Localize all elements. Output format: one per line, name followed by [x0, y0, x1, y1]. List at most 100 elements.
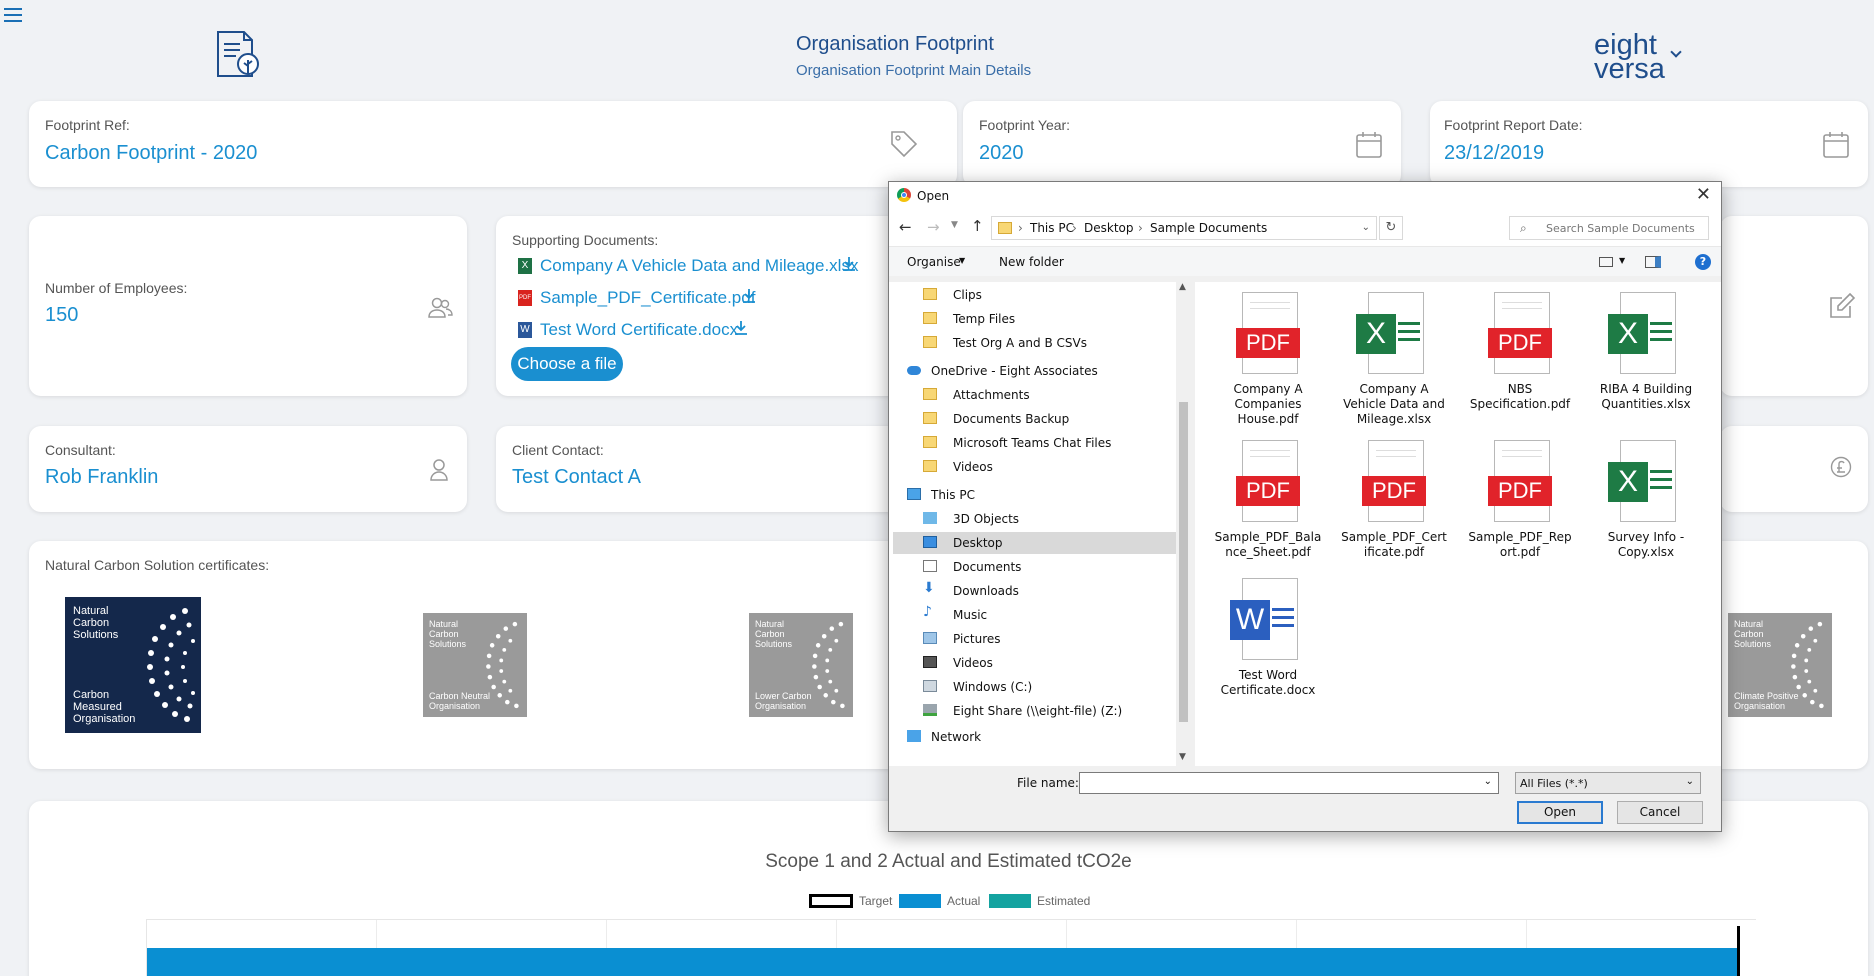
file-list[interactable]: PDF Company A Companies House.pdf X Company A…	[1195, 282, 1721, 766]
refresh-icon[interactable]: ↻	[1379, 216, 1403, 240]
nav-item-downloads[interactable]: ⬇ Downloads	[923, 580, 1183, 602]
pdf-file-icon[interactable]: PDF	[1236, 292, 1300, 378]
nav-item-videos-onedrive[interactable]: Videos	[923, 456, 1183, 478]
nav-item-documents[interactable]: Documents	[923, 556, 1183, 578]
file-name-label[interactable]: Sample_PDF_Rep ort.pdf	[1461, 530, 1579, 560]
organise-button[interactable]: Organise	[907, 255, 961, 269]
file-name-label[interactable]: Sample_PDF_Bala nce_Sheet.pdf	[1209, 530, 1327, 560]
file-name-label[interactable]: NBS Specification.pdf	[1461, 382, 1579, 412]
nav-item-network[interactable]: Network	[907, 726, 1167, 748]
forward-icon[interactable]: →	[927, 218, 940, 236]
download-icon[interactable]	[742, 288, 756, 304]
calendar-icon[interactable]	[1355, 131, 1383, 159]
dialog-title-bar[interactable]: Open ✕	[889, 182, 1721, 210]
price-card[interactable]	[1720, 426, 1868, 512]
xlsx-file-icon[interactable]: X	[1356, 292, 1426, 378]
edit-icon[interactable]	[1828, 292, 1856, 320]
file-name-label[interactable]: Survey Info - Copy.xlsx	[1587, 530, 1705, 560]
certificate-carbon-neutral[interactable]: Natural Carbon Solutions Carbon Neutral …	[423, 613, 527, 717]
nav-item-teams-chat-files[interactable]: Microsoft Teams Chat Files	[923, 432, 1183, 454]
chevron-down-icon[interactable]	[1670, 46, 1682, 58]
nav-item-music[interactable]: ♪ Music	[923, 604, 1183, 626]
nav-scrollbar[interactable]: ▲ ▼	[1176, 282, 1191, 766]
docx-file-icon[interactable]: W	[1230, 578, 1300, 664]
supporting-file-link[interactable]: Sample_PDF_Certificate.pdf	[540, 288, 755, 308]
back-icon[interactable]: ←	[899, 218, 912, 236]
scroll-thumb[interactable]	[1179, 402, 1188, 722]
download-icon[interactable]	[734, 320, 748, 336]
nav-item-desktop[interactable]: Desktop	[893, 532, 1181, 554]
file-name-label[interactable]: Sample_PDF_Cert ificate.pdf	[1335, 530, 1453, 560]
certificate-carbon-measured[interactable]: Natural Carbon Solutions Carbon Measured…	[65, 597, 201, 733]
chevron-down-icon[interactable]: ▼	[1619, 256, 1625, 265]
breadcrumb-item[interactable]: This PC	[1030, 221, 1074, 235]
footprint-year-value[interactable]: 2020	[979, 142, 1024, 165]
up-icon[interactable]: ↑	[971, 217, 984, 235]
help-icon[interactable]: ?	[1695, 254, 1711, 270]
footprint-report-date-value[interactable]: 23/12/2019	[1444, 142, 1544, 165]
notes-card[interactable]	[1720, 216, 1868, 396]
address-bar[interactable]: › This PC › Desktop › Sample Documents ⌄	[991, 216, 1377, 240]
certificate-lower-carbon[interactable]: Natural Carbon Solutions Lower Carbon Or…	[749, 613, 853, 717]
view-options-icon[interactable]	[1599, 257, 1613, 267]
nav-item-3d-objects[interactable]: 3D Objects	[923, 508, 1183, 530]
file-name-label[interactable]: RIBA 4 Building Quantities.xlsx	[1587, 382, 1705, 412]
chevron-down-icon[interactable]: ⌄	[1362, 222, 1370, 233]
file-name-label[interactable]: Test Word Certificate.docx	[1209, 668, 1327, 698]
consultant-card[interactable]: Consultant: Rob Franklin	[29, 426, 467, 512]
nav-item-clips[interactable]: Clips	[923, 284, 1183, 306]
breadcrumb-item[interactable]: Desktop	[1084, 221, 1134, 235]
new-folder-button[interactable]: New folder	[999, 255, 1064, 269]
nav-item-test-org[interactable]: Test Org A and B CSVs	[923, 332, 1183, 354]
supporting-file-link[interactable]: Company A Vehicle Data and Mileage.xlsx	[540, 256, 858, 276]
footprint-ref-value[interactable]: Carbon Footprint - 2020	[45, 142, 257, 165]
nav-item-videos[interactable]: Videos	[923, 652, 1183, 674]
actual-bar[interactable]	[147, 948, 1739, 976]
pdf-file-icon[interactable]: PDF	[1362, 440, 1426, 526]
calendar-icon[interactable]	[1822, 131, 1850, 159]
xlsx-file-icon[interactable]: X	[1608, 440, 1678, 526]
nav-item-this-pc[interactable]: This PC	[907, 484, 1167, 506]
close-icon[interactable]: ✕	[1696, 186, 1711, 204]
nav-item-windows-c[interactable]: Windows (C:)	[923, 676, 1183, 698]
breadcrumb-item[interactable]: Sample Documents	[1150, 221, 1267, 235]
consultant-value[interactable]: Rob Franklin	[45, 466, 158, 489]
pdf-file-icon[interactable]: PDF	[1488, 292, 1552, 378]
pdf-file-icon[interactable]: PDF	[1236, 440, 1300, 526]
nav-item-documents-backup[interactable]: Documents Backup	[923, 408, 1183, 430]
chevron-down-icon[interactable]: ⌄	[1484, 776, 1492, 787]
file-name-input[interactable]: ⌄	[1079, 772, 1499, 794]
nav-item-eight-share[interactable]: Eight Share (\\eight-file) (Z:)	[923, 700, 1183, 722]
file-type-select[interactable]: All Files (*.*) ⌄	[1515, 772, 1701, 794]
recent-locations-icon[interactable]: ▼	[951, 220, 958, 230]
search-box[interactable]: ⌕ Search Sample Documents	[1509, 216, 1709, 240]
pdf-file-icon[interactable]: PDF	[1488, 440, 1552, 526]
open-file-dialog[interactable]: Open ✕ ← → ▼ ↑ › This PC › Desktop › Sam…	[888, 181, 1722, 832]
employees-value[interactable]: 150	[45, 304, 78, 327]
choose-file-button[interactable]: Choose a file	[511, 347, 623, 381]
scroll-down-icon[interactable]: ▼	[1179, 752, 1186, 762]
navigation-pane[interactable]: Clips Temp Files Test Org A and B CSVs O…	[889, 282, 1191, 766]
nav-item-attachments[interactable]: Attachments	[923, 384, 1183, 406]
menu-icon[interactable]	[4, 6, 22, 22]
nav-item-onedrive[interactable]: OneDrive - Eight Associates	[907, 360, 1167, 382]
chevron-down-icon[interactable]: ⌄	[1686, 776, 1694, 787]
preview-pane-icon[interactable]	[1645, 256, 1661, 268]
footprint-report-date-card[interactable]: Footprint Report Date: 23/12/2019	[1430, 101, 1868, 187]
client-contact-value[interactable]: Test Contact A	[512, 466, 641, 489]
supporting-file-link[interactable]: Test Word Certificate.docx	[540, 320, 738, 340]
xlsx-file-icon[interactable]: X	[1608, 292, 1678, 378]
employees-card[interactable]: Number of Employees: 150	[29, 216, 467, 396]
brand-logo[interactable]: eight versa	[1592, 30, 1682, 84]
file-name-label[interactable]: Company A Companies House.pdf	[1209, 382, 1327, 427]
file-name-label[interactable]: Company A Vehicle Data and Mileage.xlsx	[1335, 382, 1453, 427]
open-button[interactable]: Open	[1517, 801, 1603, 824]
scroll-up-icon[interactable]: ▲	[1179, 282, 1186, 292]
download-icon[interactable]	[842, 256, 856, 272]
nav-item-pictures[interactable]: Pictures	[923, 628, 1183, 650]
certificate-climate-positive[interactable]: Natural Carbon Solutions Climate Positiv…	[1728, 613, 1832, 717]
nav-item-temp-files[interactable]: Temp Files	[923, 308, 1183, 330]
cancel-button[interactable]: Cancel	[1617, 801, 1703, 824]
chevron-down-icon[interactable]: ▼	[959, 256, 965, 265]
footprint-year-card[interactable]: Footprint Year: 2020	[963, 101, 1401, 187]
